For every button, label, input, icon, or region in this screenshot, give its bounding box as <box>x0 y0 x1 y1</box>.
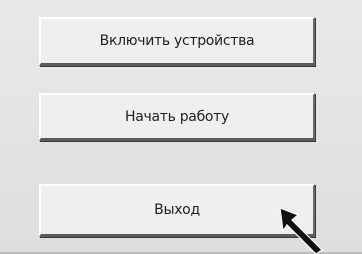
enable-devices-label: Включить устройства <box>99 33 255 49</box>
exit-label: Выход <box>154 202 200 218</box>
start-work-button[interactable]: Начать работу <box>39 93 315 141</box>
exit-button[interactable]: Выход <box>39 184 315 237</box>
start-work-label: Начать работу <box>124 108 230 125</box>
arrow-pointer-icon <box>279 207 323 254</box>
enable-devices-button[interactable]: Включить устройства <box>39 17 315 66</box>
start-menu-panel: Включить устройства Начать работу Выход <box>0 0 362 254</box>
